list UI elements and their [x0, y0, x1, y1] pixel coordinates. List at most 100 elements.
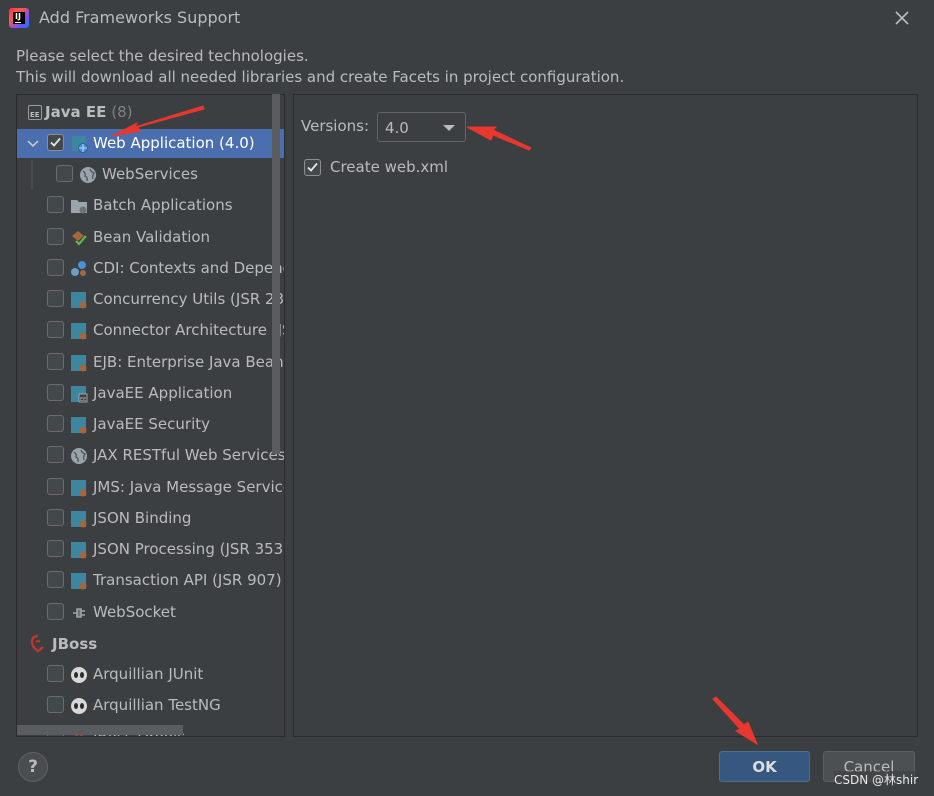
tree-item-webservices[interactable]: WebServices: [17, 160, 284, 190]
tree-item-batch-applications[interactable]: Batch Applications: [17, 191, 284, 220]
globe-icon: [80, 167, 96, 183]
chevron-down-icon[interactable]: [26, 136, 40, 150]
tree-item-javaee-application[interactable]: EE JavaEE Application: [17, 379, 284, 408]
tree-item-ejb[interactable]: EJB: Enterprise Java Beans: [17, 348, 284, 377]
bean-validation-checkbox[interactable]: [47, 228, 64, 245]
arquillian-testng-checkbox[interactable]: [47, 696, 64, 713]
ejb-label: EJB: Enterprise Java Beans: [93, 353, 285, 371]
javaee-module-icon: [71, 417, 87, 434]
group-jboss: JBoss: [29, 635, 97, 653]
jax-restful-label: JAX RESTful Web Services: [93, 446, 285, 464]
close-icon[interactable]: [892, 8, 912, 28]
tree-item-arquillian-testng[interactable]: Arquillian TestNG: [17, 691, 284, 720]
concurrency-utils-label: Concurrency Utils (JSR 236: [93, 290, 285, 308]
tree-item-json-processing[interactable]: JSON Processing (JSR 353): [17, 535, 284, 564]
cdi-checkbox[interactable]: [47, 259, 64, 276]
jms-checkbox[interactable]: [47, 478, 64, 495]
dropdown-arrow-icon: [443, 125, 455, 131]
plug-icon: [73, 608, 85, 618]
tree-item-json-binding[interactable]: JSON Binding: [17, 504, 284, 533]
tree-item-arquillian-junit[interactable]: Arquillian JUnit: [17, 660, 284, 689]
svg-text:EE: EE: [80, 397, 86, 403]
tree-item-jms[interactable]: JMS: Java Message Service: [17, 473, 284, 502]
arquillian-icon: [71, 667, 87, 683]
jboss-icon: [30, 635, 44, 653]
json-binding-label: JSON Binding: [93, 509, 192, 527]
javaee-module-icon: [71, 542, 87, 559]
web-application-checkbox[interactable]: [47, 134, 64, 151]
websocket-checkbox[interactable]: [47, 603, 64, 620]
tree-item-cdi[interactable]: CDI: Contexts and Depend: [17, 254, 284, 283]
frameworks-tree[interactable]: EE Java EE (8) Web Application (4.0) Web…: [16, 94, 285, 737]
intellij-idea-icon: IJ: [9, 8, 29, 28]
transaction-api-checkbox[interactable]: [47, 571, 64, 588]
description: Please select the desired technologies. …: [16, 46, 624, 88]
javaee-module-icon: [71, 292, 87, 309]
web-module-icon: [72, 136, 88, 153]
group-javaee: EE Java EE (8): [28, 103, 133, 121]
webservices-checkbox[interactable]: [56, 165, 73, 182]
json-binding-checkbox[interactable]: [47, 509, 64, 526]
versions-value: 4.0: [385, 119, 409, 137]
group-javaee-count: (8): [111, 103, 133, 121]
javaee-module-icon: [71, 511, 87, 528]
web-application-label: Web Application (4.0): [93, 134, 255, 152]
javaee-module-icon: [71, 323, 87, 340]
tree-item-bean-validation[interactable]: Bean Validation: [17, 223, 284, 252]
globe-icon: [71, 448, 87, 464]
json-processing-label: JSON Processing (JSR 353): [93, 540, 285, 558]
versions-label: Versions:: [301, 117, 370, 135]
arquillian-junit-label: Arquillian JUnit: [93, 665, 204, 683]
javaee-module-icon: [71, 355, 87, 372]
tree-vertical-scrollbar[interactable]: [272, 94, 280, 454]
batch-applications-label: Batch Applications: [93, 196, 233, 214]
title-bar: IJ Add Frameworks Support: [0, 0, 934, 36]
window-title: Add Frameworks Support: [39, 8, 241, 27]
javaee-module-icon: [71, 480, 87, 497]
javaee-module-icon: [71, 573, 87, 590]
websocket-label: WebSocket: [93, 603, 176, 621]
tree-item-web-application[interactable]: Web Application (4.0): [17, 129, 284, 158]
description-line-2: This will download all needed libraries …: [16, 68, 625, 86]
javaee-security-checkbox[interactable]: [47, 415, 64, 432]
versions-dropdown[interactable]: 4.0: [377, 112, 466, 142]
folder-icon: [71, 200, 87, 214]
help-button[interactable]: ?: [18, 752, 48, 782]
bean-validation-icon: [72, 231, 87, 246]
batch-applications-checkbox[interactable]: [47, 196, 64, 213]
arquillian-icon: [71, 698, 87, 714]
group-javaee-label: Java EE: [45, 103, 107, 121]
bean-validation-label: Bean Validation: [93, 228, 211, 246]
settings-panel: [293, 94, 918, 737]
tree-item-concurrency-utils[interactable]: Concurrency Utils (JSR 236: [17, 285, 284, 314]
ejb-checkbox[interactable]: [47, 353, 64, 370]
tree-item-transaction-api[interactable]: Transaction API (JSR 907): [17, 566, 284, 595]
webservices-label: WebServices: [102, 165, 198, 183]
javaee-group-icon: EE: [28, 104, 42, 120]
concurrency-utils-checkbox[interactable]: [47, 290, 64, 307]
arquillian-junit-checkbox[interactable]: [47, 665, 64, 682]
tree-item-javaee-security[interactable]: JavaEE Security: [17, 410, 284, 439]
json-processing-checkbox[interactable]: [47, 540, 64, 557]
create-webxml-label: Create web.xml: [330, 158, 449, 176]
javaee-app-icon: EE: [71, 386, 88, 403]
arquillian-testng-label: Arquillian TestNG: [93, 696, 221, 714]
tree-item-websocket[interactable]: WebSocket: [17, 598, 284, 627]
tree-horizontal-scrollbar[interactable]: [17, 725, 183, 735]
cdi-icon: [71, 261, 86, 276]
jms-label: JMS: Java Message Service: [93, 478, 285, 496]
connector-architecture-checkbox[interactable]: [47, 321, 64, 338]
watermark: CSDN @林shir: [834, 771, 919, 788]
description-line-1: Please select the desired technologies.: [16, 47, 309, 65]
transaction-api-label: Transaction API (JSR 907): [93, 571, 282, 589]
jax-restful-checkbox[interactable]: [47, 446, 64, 463]
cdi-label: CDI: Contexts and Depend: [93, 259, 285, 277]
tree-item-jax-restful[interactable]: JAX RESTful Web Services: [17, 441, 284, 470]
ok-button[interactable]: OK: [719, 751, 810, 782]
connector-architecture-label: Connector Architecture (JS: [93, 321, 285, 339]
javaee-application-checkbox[interactable]: [47, 384, 64, 401]
tree-item-connector-architecture[interactable]: Connector Architecture (JS: [17, 316, 284, 345]
create-webxml-checkbox[interactable]: [304, 159, 321, 176]
group-jboss-label: JBoss: [52, 635, 98, 653]
javaee-application-label: JavaEE Application: [93, 384, 233, 402]
